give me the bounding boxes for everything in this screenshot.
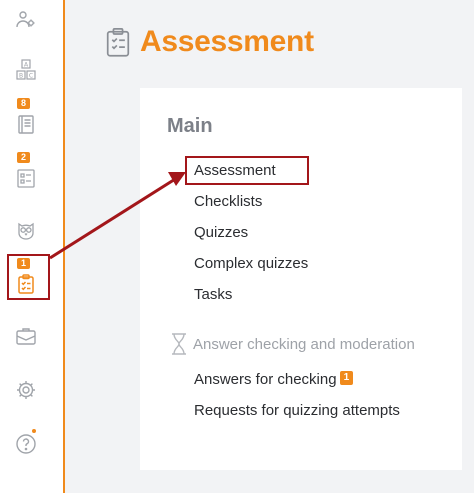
sidebar-item-abc[interactable]: A B C: [8, 52, 44, 88]
menu-link-quizzes[interactable]: Quizzes: [194, 224, 248, 241]
book-icon: [18, 115, 34, 134]
tests-badge: 2: [17, 152, 31, 163]
answers-badge: 1: [339, 371, 354, 385]
menu-link-label: Answers for checking: [194, 371, 337, 388]
moderation-header: Answer checking and moderation: [170, 332, 415, 356]
main-panel: Main Assessment Checklists Quizzes Compl…: [140, 88, 462, 470]
menu-link-answers-for-checking[interactable]: Answers for checking 1: [194, 371, 354, 388]
menu-link-checklists[interactable]: Checklists: [194, 193, 262, 210]
abc-blocks-icon: A B C: [16, 59, 36, 80]
sidebar-item-tests[interactable]: 2: [8, 152, 44, 196]
menu-link-complex-quizzes[interactable]: Complex quizzes: [194, 255, 308, 272]
sidebar-item-help[interactable]: [8, 426, 44, 462]
courses-badge: 8: [17, 98, 31, 109]
sidebar-item-people-settings[interactable]: [8, 2, 44, 38]
owl-icon: [18, 222, 34, 240]
sidebar-assessment-highlight: [7, 254, 50, 300]
page-title: Assessment: [140, 25, 314, 58]
assessment-link-highlight: [185, 156, 309, 185]
sidebar-item-owl[interactable]: [8, 212, 44, 248]
section-title-main: Main: [167, 115, 213, 137]
sidebar: A B C 8 2 1: [0, 0, 65, 493]
clipboard-check-icon: [106, 28, 130, 57]
people-gear-icon: [16, 11, 35, 28]
hourglass-icon: [172, 333, 186, 355]
sidebar-item-settings[interactable]: [8, 372, 44, 408]
svg-text:B: B: [19, 73, 23, 80]
question-circle-icon: [16, 434, 36, 454]
page-header: Assessment: [104, 22, 314, 62]
menu-link-requests-for-quizzing-attempts[interactable]: Requests for quizzing attempts: [194, 402, 400, 419]
test-sheet-icon: [17, 169, 35, 188]
briefcase-icon: [16, 328, 36, 345]
svg-text:C: C: [29, 73, 33, 80]
sidebar-item-briefcase[interactable]: [8, 318, 44, 354]
gear-icon: [17, 381, 35, 399]
menu-link-tasks[interactable]: Tasks: [194, 286, 232, 303]
sidebar-item-courses[interactable]: 8: [8, 98, 44, 142]
moderation-title: Answer checking and moderation: [193, 335, 415, 353]
help-notification-dot: [32, 429, 36, 433]
